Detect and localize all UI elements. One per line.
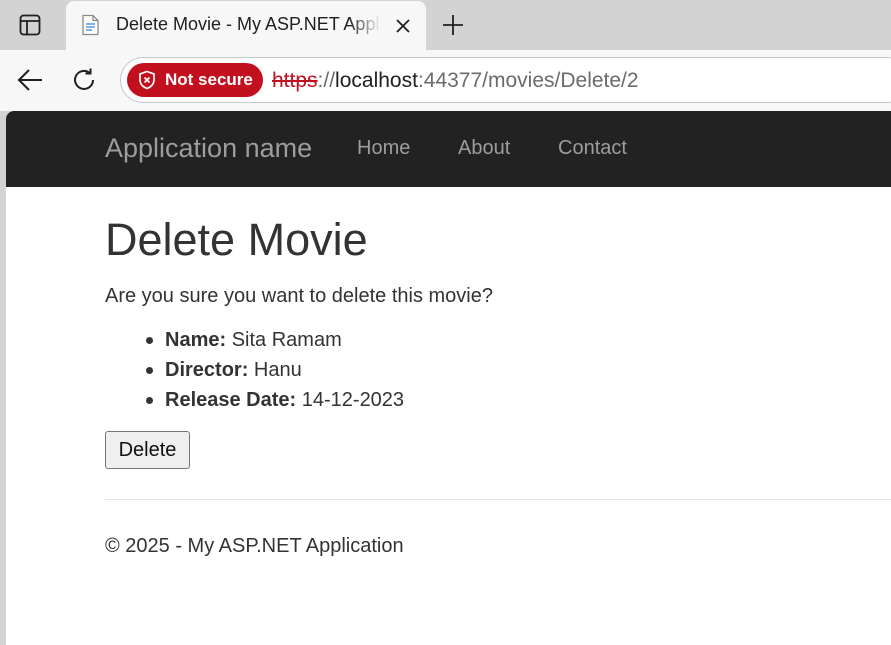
movie-details-list: Name: Sita Ramam Director: Hanu Release … [145,328,405,418]
name-value: Sita Ramam [231,329,342,351]
director-value: Hanu [253,359,302,381]
site-navbar: Application name Home About Contact [6,111,891,187]
plus-icon [443,15,463,35]
browser-tab-active[interactable]: Delete Movie - My ASP.NET Application [66,1,426,50]
tab-close-button[interactable] [391,14,415,38]
release-date-label: Release Date: [165,389,297,411]
tab-strip: Delete Movie - My ASP.NET Application [0,0,891,50]
tab-title: Delete Movie - My ASP.NET Application [116,14,381,34]
tab-actions-icon [19,14,41,36]
nav-link-about[interactable]: About [458,137,510,160]
url-scheme: https [272,69,318,92]
list-item-name: Name: Sita Ramam [145,328,404,358]
back-button[interactable] [12,62,48,98]
refresh-button[interactable] [66,62,102,98]
refresh-icon [74,68,94,90]
address-bar[interactable]: Not secure https://localhost:44377/movie… [120,57,891,103]
tab-actions-button[interactable] [10,10,50,40]
footer-divider [105,499,891,500]
url-host: localhost [335,69,418,92]
release-date-value: 14-12-2023 [301,389,405,411]
not-secure-badge[interactable]: Not secure [127,63,263,97]
footer-copyright: © 2025 - My ASP.NET Application [105,535,404,557]
director-label: Director: [165,359,249,381]
page-title: Delete Movie [105,214,368,265]
brand-link[interactable]: Application name [105,133,312,164]
page-viewport: Application name Home About Contact Dele… [6,111,891,645]
not-secure-label: Not secure [165,70,253,89]
name-label: Name: [165,329,227,351]
url-separator: :// [317,69,336,92]
shield-icon [139,70,155,90]
back-arrow-icon [17,69,42,91]
close-icon [396,19,410,33]
nav-link-home[interactable]: Home [357,137,410,160]
new-tab-button[interactable] [436,8,470,42]
list-item-release-date: Release Date: 14-12-2023 [145,388,405,418]
delete-button[interactable]: Delete [105,431,190,469]
browser-toolbar: Not secure https://localhost:44377/movie… [0,50,891,111]
url-path: :44377/movies/Delete/2 [417,69,639,92]
page-favicon-icon [82,14,99,36]
url-text[interactable]: https://localhost:44377/movies/Delete/2 [272,69,639,93]
list-item-director: Director: Hanu [145,358,404,388]
confirm-message: Are you sure you want to delete this mov… [105,285,493,307]
nav-link-contact[interactable]: Contact [558,137,627,160]
